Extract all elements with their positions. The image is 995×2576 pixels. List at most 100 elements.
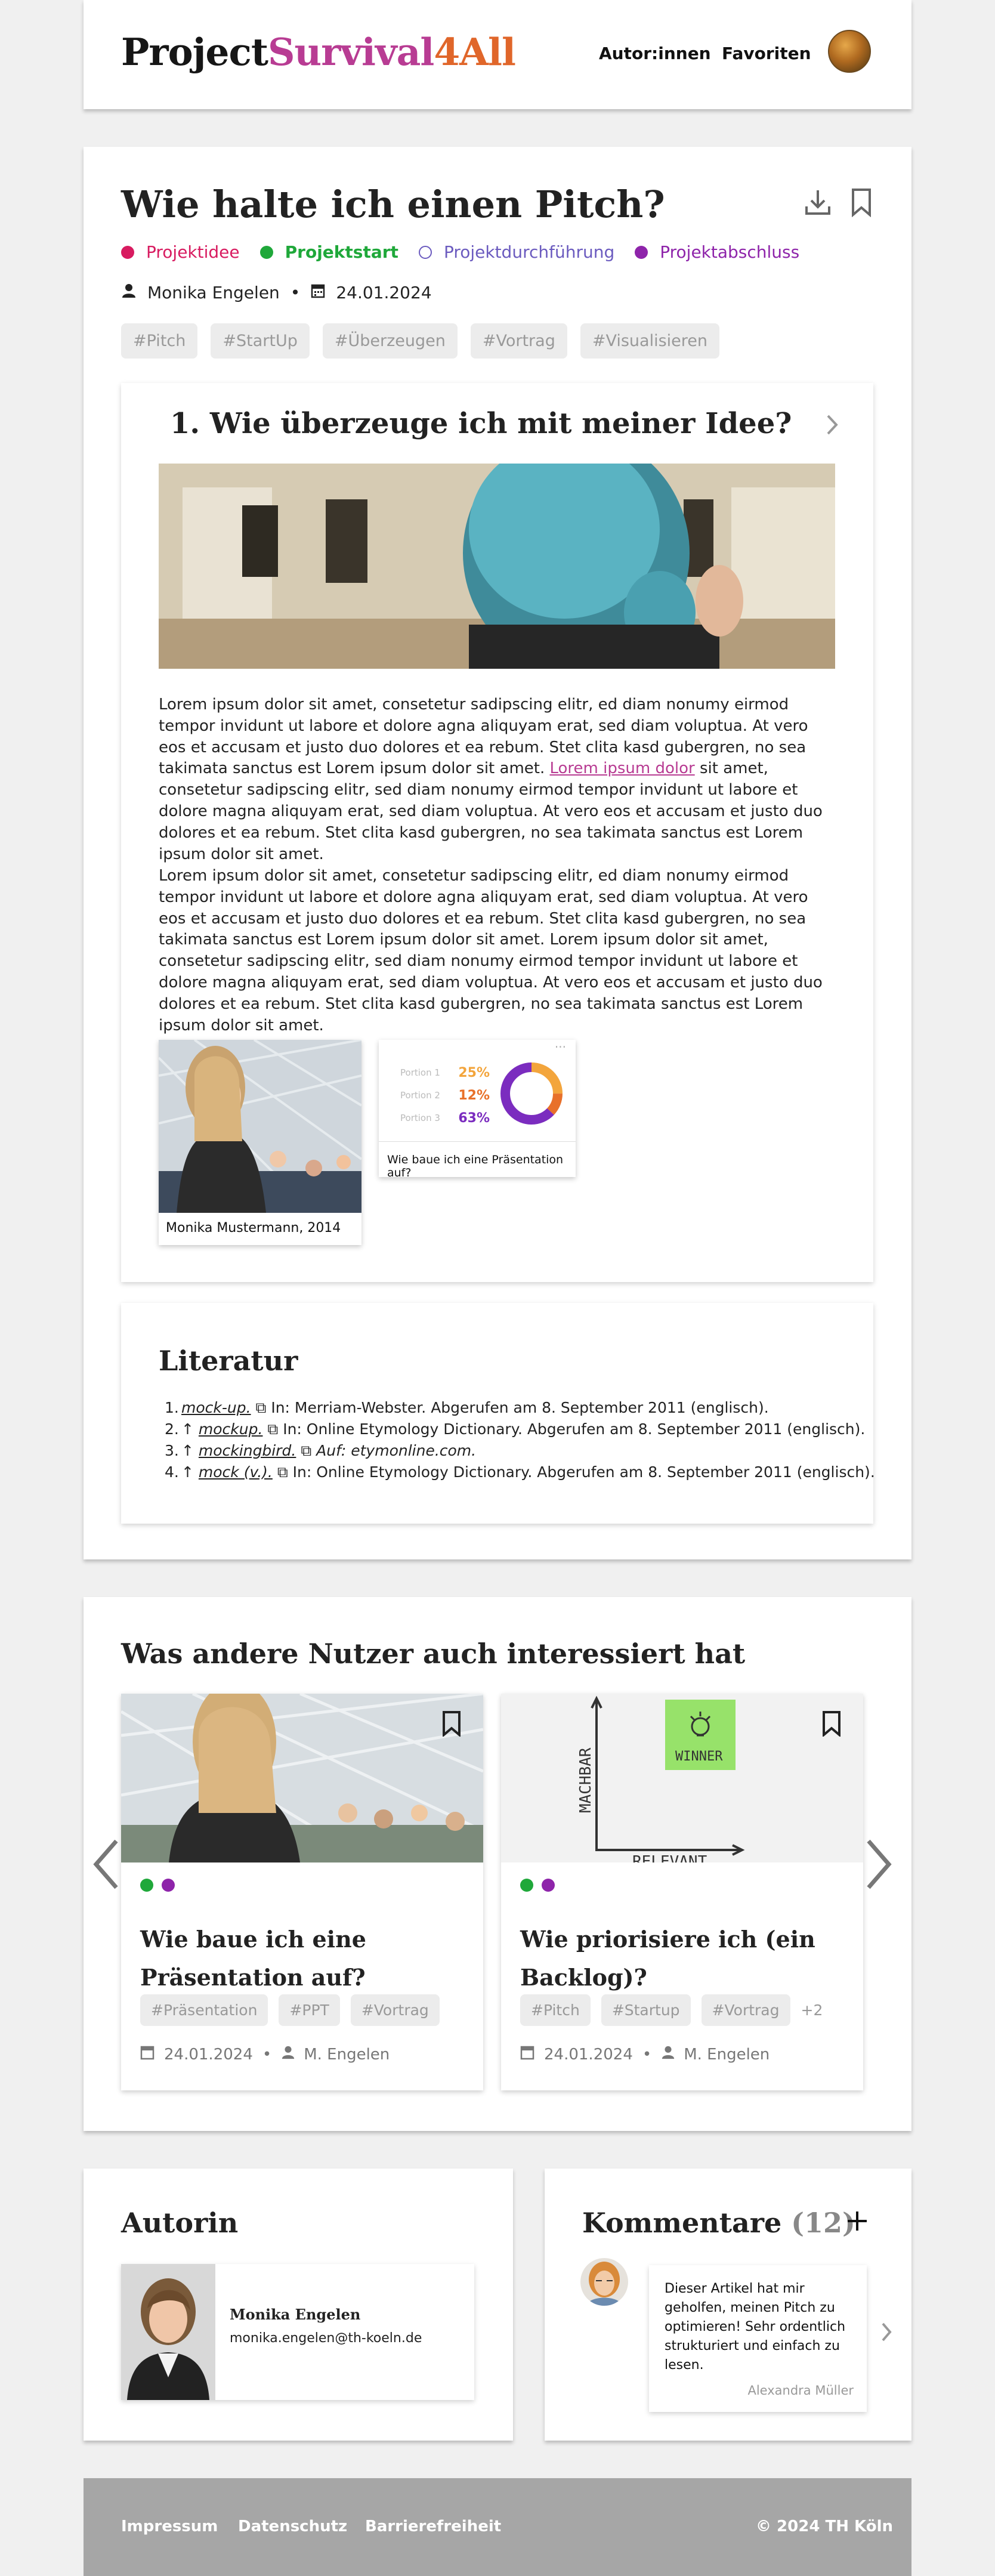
carousel-next-icon[interactable] [864,1837,894,1894]
chapter-title: 1. Wie überzeuge ich mit meiner Idee? [170,407,792,440]
donut-legend: Portion 1 25% Portion 2 12% Portion 3 63% [400,1065,490,1126]
footer-link-datenschutz[interactable]: Datenschutz [238,2518,347,2535]
person-icon [121,283,137,302]
calendar-icon [140,2044,154,2064]
comment-bubble: Dieser Artikel hat mir geholfen, meinen … [649,2265,867,2412]
literature-item: 4. ↑ mock (v.). ⧉ In: Online Etymology Di… [165,1463,875,1481]
tag-list: #Pitch #StartUp #Überzeugen #Vortrag #Vi… [121,323,719,359]
separator-dot: • [290,283,301,302]
external-link-icon: ⧉ [277,1463,288,1481]
phase-dots [140,1879,175,1892]
chapter-paragraph-1: Lorem ipsum dolor sit amet, consetetur s… [159,696,823,863]
person-icon [661,2045,675,2064]
chevron-right-icon[interactable] [880,2321,892,2345]
tag[interactable]: #StartUp [211,323,310,359]
article-date: 24.01.2024 [336,283,432,302]
bookmark-icon[interactable] [849,187,873,220]
commenter-name: Alexandra Müller [747,2383,854,2398]
carousel-prev-icon[interactable] [91,1837,121,1894]
author-name[interactable]: Monika Engelen [147,283,280,302]
literature-item: 2. ↑ mockup. ⧉ In: Online Etymology Dicti… [165,1420,866,1438]
user-avatar[interactable] [828,30,871,73]
phase-projektdurchfuehrung[interactable]: Projektdurchführung [418,242,614,262]
external-link-icon: ⧉ [267,1420,279,1438]
chapter-hero-image [159,464,835,669]
tag[interactable]: #Startup [601,1994,691,2026]
add-comment-icon[interactable] [845,2209,869,2235]
sketch-note-label: WINNER [675,1749,723,1764]
more-tags-count[interactable]: +2 [801,2002,823,2019]
tag[interactable]: #Vortrag [701,1994,790,2026]
comment-text: Dieser Artikel hat mir geholfen, meinen … [665,2281,846,2373]
tag[interactable]: #Pitch [121,323,198,359]
inline-link[interactable]: Lorem ipsum dolor [549,759,694,777]
article-meta: Monika Engelen • 24.01.2024 [121,283,432,302]
media-card-chart[interactable]: ··· Portion 1 25% Portion 2 12% Portion 36… [379,1040,576,1179]
related-title: Was andere Nutzer auch interessiert hat [121,1638,746,1670]
article: Wie halte ich einen Pitch? Projektidee P… [84,147,911,1559]
commenter-avatar[interactable] [580,2258,628,2306]
site-header: ProjectSurvival4All Autor:innen Favorite… [84,0,911,109]
phase-dot-icon [542,1879,555,1892]
tag[interactable]: #Überzeugen [322,323,458,359]
literature-link[interactable]: mockingbird. [199,1442,296,1459]
tag[interactable]: #PPT [279,1994,340,2026]
chevron-right-icon[interactable] [825,413,839,439]
literature-link[interactable]: mock (v.). [199,1463,273,1481]
phase-dots [520,1879,555,1892]
sketch-x-label: RELEVANT [632,1853,707,1862]
related-section: Was andere Nutzer auch interessiert hat … [84,1597,911,2131]
author-card[interactable]: Monika Engelen monika.engelen@th-koeln.d… [121,2264,474,2400]
footer-copyright: © 2024 TH Köln [756,2518,893,2535]
tag[interactable]: #Vortrag [470,323,567,359]
related-card[interactable]: Wie baue ich eine Präsentation auf? #Prä… [121,1694,483,2090]
phase-dot-icon [140,1879,153,1892]
external-link-icon: ⧉ [255,1399,267,1416]
literature-card: Literatur 1. mock-up. ⧉ In: Merriam-Webst… [121,1303,875,1524]
person-icon [281,2045,295,2064]
calendar-icon [311,283,325,302]
media-caption: Wie baue ich eine Präsentation auf? [387,1153,564,1179]
author-photo [121,2264,215,2400]
media-caption: Monika Mustermann, 2014 [166,1221,341,1236]
more-icon[interactable]: ··· [555,1040,566,1054]
sketch-y-label: MACHBAR [577,1747,595,1813]
literature-link[interactable]: mockup. [199,1420,263,1438]
tag[interactable]: #Pitch [520,1994,591,2026]
literature-link[interactable]: mock-up. [181,1399,251,1416]
phase-list: Projektidee Projektstart Projektdurchfüh… [121,242,820,262]
tag-list: #Pitch #Startup #Vortrag +2 [520,1994,823,2026]
tag-list: #Präsentation #PPT #Vortrag [140,1994,440,2026]
related-card-image: MACHBAR RELEVANT WINNER [501,1694,863,1862]
donut-chart [496,1058,567,1132]
tag[interactable]: #Präsentation [140,1994,268,2026]
bookmark-icon[interactable] [441,1710,462,1739]
bookmark-icon[interactable] [821,1710,842,1739]
media-card-photo[interactable]: Monika Mustermann, 2014 [159,1040,361,1245]
footer-link-barrierefreiheit[interactable]: Barrierefreiheit [365,2518,501,2535]
site-logo[interactable]: ProjectSurvival4All [121,30,516,74]
tag[interactable]: #Vortrag [350,1994,440,2026]
download-icon[interactable] [803,187,833,220]
author-email[interactable]: monika.engelen@th-koeln.de [230,2331,422,2346]
related-card-meta: 24.01.2024 • M. Engelen [520,2044,770,2064]
phase-dot-icon [635,245,648,259]
footer-link-impressum[interactable]: Impressum [121,2518,218,2535]
phase-projektstart[interactable]: Projektstart [259,242,398,262]
literature-title: Literatur [159,1345,298,1377]
phase-dot-icon [259,245,273,259]
external-link-icon: ⧉ [301,1442,312,1459]
comments-section: Kommentare (12) Dieser Artikel hat mir g… [545,2169,911,2441]
comments-title: Kommentare (12) [582,2207,855,2239]
nav-favorites[interactable]: Favoriten [722,44,811,63]
phase-projektabschluss[interactable]: Projektabschluss [635,242,799,262]
author-name: Monika Engelen [230,2306,361,2323]
chapter-paragraph-2: Lorem ipsum dolor sit amet, consetetur s… [159,867,823,1034]
phase-dot-icon [520,1879,533,1892]
related-card-image [121,1694,483,1862]
nav-authors[interactable]: Autor:innen [599,44,711,63]
speaker-photo [159,1040,361,1213]
related-card[interactable]: MACHBAR RELEVANT WINNER Wie priorisiere … [501,1694,863,2090]
phase-projektidee[interactable]: Projektidee [121,242,240,262]
tag[interactable]: #Visualisieren [580,323,719,359]
